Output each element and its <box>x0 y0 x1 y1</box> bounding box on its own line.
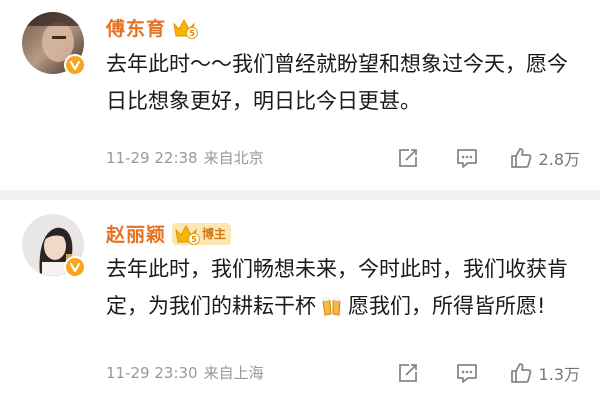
share-icon <box>398 148 417 167</box>
comment-icon <box>456 148 477 168</box>
like-count: 1.3万 <box>538 364 580 384</box>
comment-text: 去年此时～～我们曾经就盼望和想象过今天，愿今日比想象更好，明日比今日更甚。 <box>106 52 568 113</box>
comment-text: 去年此时，我们畅想未来，今时此时，我们收获肯定，为我们的耕耘干杯 愿我们，所得皆所… <box>106 251 580 329</box>
like-count: 2.8万 <box>538 149 580 169</box>
comment-header: 赵丽颖 5 博主 <box>106 220 232 247</box>
share-icon <box>398 363 417 382</box>
svg-text:5: 5 <box>191 235 197 244</box>
verified-v-icon <box>64 256 86 278</box>
share-button[interactable] <box>397 147 419 169</box>
like-button[interactable]: 1.3万 <box>509 361 580 385</box>
thumbs-up-icon <box>510 362 531 383</box>
comment-meta: 11-29 22:38 来自北京 2.8万 <box>106 146 580 170</box>
comment-header: 傅东育 5 <box>106 14 199 41</box>
share-button[interactable] <box>397 362 419 384</box>
svg-text:5: 5 <box>189 29 195 38</box>
timestamp: 11-29 22:38 <box>106 148 198 167</box>
comment-icon <box>456 363 477 383</box>
crown-level-badge: 5 <box>172 16 199 40</box>
comment-text-part2: 愿我们，所得皆所愿! <box>348 294 546 318</box>
timestamp: 11-29 23:30 <box>106 363 198 382</box>
location: 来自上海 <box>203 364 264 382</box>
username[interactable]: 赵丽颖 <box>106 220 166 247</box>
comment-button[interactable] <box>455 147 479 169</box>
comment-card: 傅东育 5 去年此时～～我们曾经就盼望和想象过今天，愿今日比想象更好，明日比今日… <box>0 0 600 190</box>
comment-meta: 11-29 23:30 来自上海 1.3万 <box>106 361 580 385</box>
blogger-badge: 5 博主 <box>172 222 232 245</box>
username[interactable]: 傅东育 <box>106 14 166 41</box>
action-bar: 1.3万 <box>397 361 580 385</box>
action-bar: 2.8万 <box>397 146 580 170</box>
like-button[interactable]: 2.8万 <box>509 146 580 170</box>
separator <box>0 190 600 200</box>
avatar[interactable] <box>22 12 86 76</box>
comment-button[interactable] <box>455 362 479 384</box>
thumbs-up-icon <box>510 147 531 168</box>
comment-card: 赵丽颖 5 博主 去年此时，我们畅想未来，今时此时，我们收获肯定，为我们的耕耘干… <box>0 200 600 409</box>
crown-icon: 5 <box>175 224 201 245</box>
avatar[interactable] <box>22 214 86 278</box>
beer-cheers-emoji <box>320 292 344 329</box>
blogger-tag-label: 博主 <box>202 227 227 241</box>
verified-v-icon <box>64 54 86 76</box>
location: 来自北京 <box>203 149 264 167</box>
